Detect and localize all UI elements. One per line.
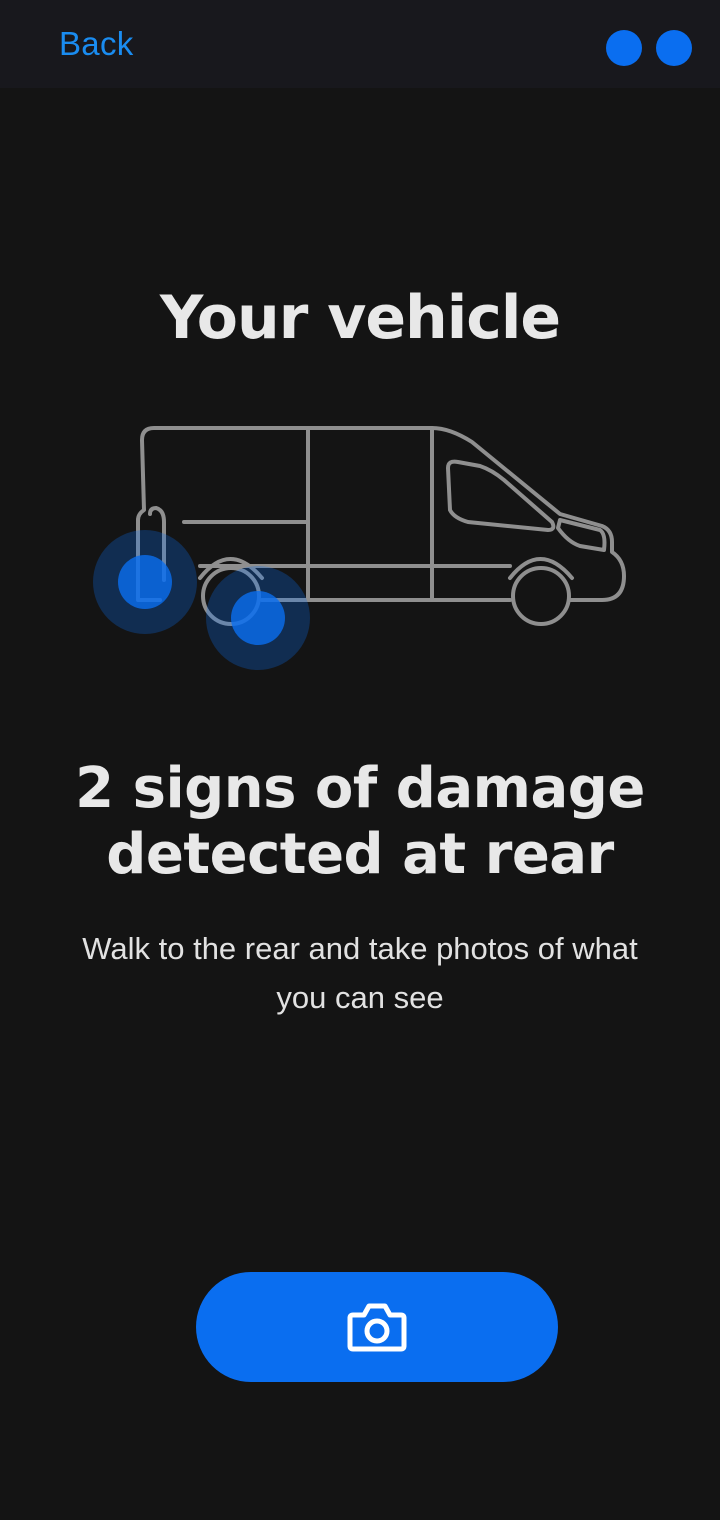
dot-indicator — [606, 30, 642, 66]
dot-indicator — [656, 30, 692, 66]
damage-marker-1 — [93, 530, 197, 634]
instruction-text: Walk to the rear and take photos of what… — [82, 931, 638, 1015]
damage-headline: 2 signs of damage detected at rear — [75, 756, 645, 887]
page-title: Your vehicle — [159, 283, 561, 353]
front-wheel — [511, 566, 571, 626]
menu-dots[interactable] — [606, 30, 692, 66]
camera-icon — [347, 1303, 407, 1352]
damage-marker-2 — [206, 566, 310, 670]
back-link[interactable]: Back — [59, 24, 134, 64]
top-bar: Back — [0, 0, 720, 88]
van-illustration — [93, 426, 626, 670]
camera-button[interactable] — [196, 1272, 558, 1382]
